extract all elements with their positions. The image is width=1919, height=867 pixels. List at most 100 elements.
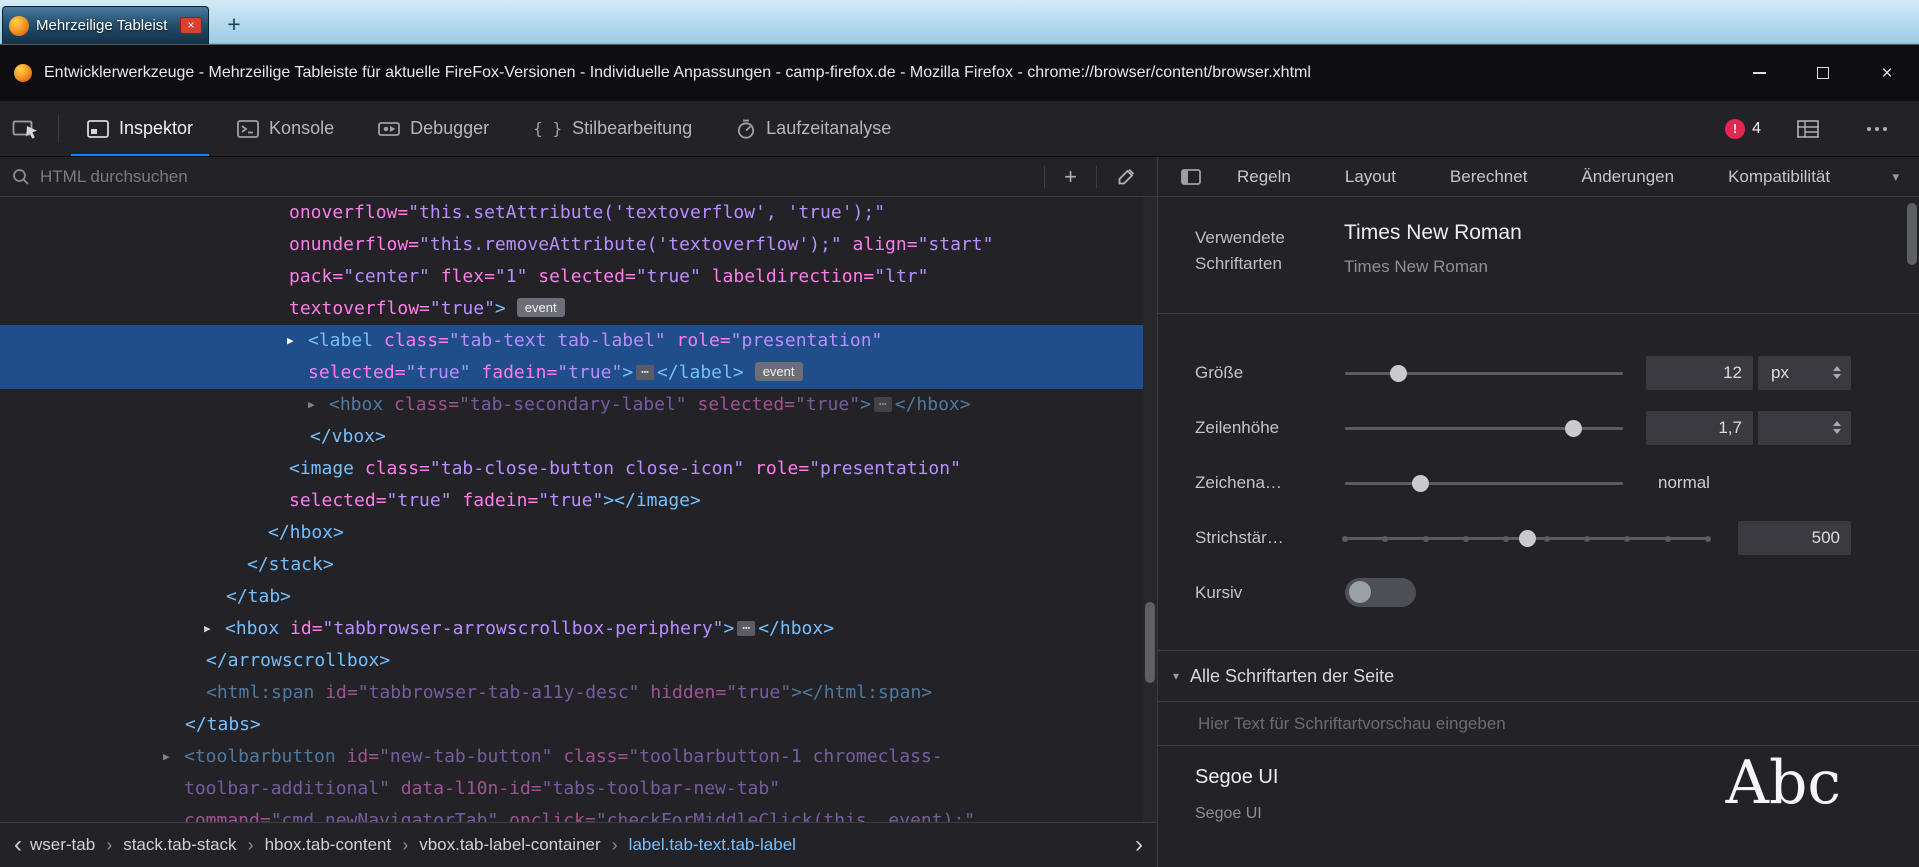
breadcrumb-item[interactable]: label.tab-text.tab-label <box>629 835 796 855</box>
code-text: > <box>860 394 871 415</box>
slider-thumb[interactable] <box>1565 420 1582 437</box>
eyedropper-button[interactable] <box>1107 167 1145 187</box>
event-badge[interactable]: event <box>755 362 803 381</box>
breadcrumb-item[interactable]: wser-tab <box>30 835 95 855</box>
value-input[interactable]: 1,7 <box>1646 411 1753 445</box>
split-console-button[interactable] <box>1785 120 1831 138</box>
sidebar-tab-kompatibilitaet[interactable]: Kompatibilität <box>1701 167 1857 187</box>
markup-row[interactable]: selected="true" fadein="true">⋯</label>e… <box>0 357 1157 389</box>
toggle-knob[interactable] <box>1349 581 1371 603</box>
markup-row[interactable]: onoverflow="this.setAttribute('textoverf… <box>0 197 1157 229</box>
tab-konsole[interactable]: Konsole <box>215 101 356 156</box>
tab-overflow-icon[interactable]: ▾ <box>1892 169 1899 185</box>
close-button[interactable]: × <box>1855 45 1919 101</box>
markup-row[interactable]: ▶<hbox class="tab-secondary-label" selec… <box>0 389 1157 421</box>
italic-toggle[interactable] <box>1345 578 1416 607</box>
font-preview-input[interactable] <box>1198 714 1899 734</box>
sidebar-tab-aenderungen[interactable]: Änderungen <box>1554 167 1701 187</box>
expand-icon[interactable]: ▶ <box>287 325 294 357</box>
markup-row[interactable]: </arrowscrollbox> <box>0 645 1157 677</box>
breadcrumb-scroll-right[interactable]: › <box>1127 825 1151 865</box>
breadcrumb-separator-icon: › <box>402 835 408 856</box>
value-input[interactable]: 500 <box>1738 521 1851 555</box>
new-tab-button[interactable]: + <box>219 12 249 39</box>
breadcrumb-item[interactable]: vbox.tab-label-container <box>419 835 600 855</box>
markup-row[interactable]: textoverflow="true">event <box>0 293 1157 325</box>
code-text: id= <box>290 618 323 639</box>
markup-row[interactable]: selected="true" fadein="true"></image> <box>0 485 1157 517</box>
markup-row[interactable]: pack="center" flex="1" selected="true" l… <box>0 261 1157 293</box>
sidebar-tab-regeln[interactable]: Regeln <box>1210 167 1318 187</box>
value-input[interactable]: 12 <box>1646 356 1753 390</box>
expand-icon[interactable]: ▶ <box>204 613 211 645</box>
markup-row[interactable]: command="cmd_newNavigatorTab" onclick="c… <box>0 805 1157 822</box>
markup-row[interactable]: ▶<toolbarbutton id="new-tab-button" clas… <box>0 741 1157 773</box>
code-text: > <box>724 618 735 639</box>
scrollbar-thumb[interactable] <box>1907 203 1917 265</box>
code-text: "center" <box>343 266 430 287</box>
titlebar: Entwicklerwerkzeuge - Mehrzeilige Tablei… <box>0 45 1919 101</box>
breadcrumb-item[interactable]: hbox.tab-content <box>265 835 392 855</box>
sidebar-tab-berechnet[interactable]: Berechnet <box>1423 167 1555 187</box>
event-badge[interactable]: event <box>517 298 565 317</box>
slider-thumb[interactable] <box>1519 530 1536 547</box>
unit-select[interactable] <box>1758 411 1851 445</box>
markup-row[interactable]: toolbar-additional" data-l10n-id="tabs-t… <box>0 773 1157 805</box>
panel-scrollbar[interactable] <box>1905 197 1919 867</box>
markup-row[interactable]: ▶<hbox id="tabbrowser-arrowscrollbox-per… <box>0 613 1157 645</box>
maximize-button[interactable] <box>1791 45 1855 101</box>
code-text: "start" <box>918 234 994 255</box>
error-badge[interactable]: ! 4 <box>1725 119 1761 139</box>
breadcrumb-scroll-left[interactable]: ‹ <box>6 825 30 865</box>
slider-tick <box>1584 536 1590 542</box>
markup-row[interactable]: </hbox> <box>0 517 1157 549</box>
sidebar-toggle-button[interactable] <box>1172 169 1210 185</box>
all-fonts-header[interactable]: ▾ Alle Schriftarten der Seite <box>1158 651 1919 701</box>
firefox-icon <box>14 64 32 82</box>
markup-row[interactable]: </vbox> <box>0 421 1157 453</box>
markup-row[interactable]: <image class="tab-close-button close-ico… <box>0 453 1157 485</box>
browser-tab[interactable]: Mehrzeilige Tableist × <box>2 6 209 44</box>
markup-row[interactable]: </tabs> <box>0 709 1157 741</box>
code-text <box>552 746 563 767</box>
slider[interactable] <box>1345 364 1623 382</box>
markup-row[interactable]: <html:span id="tabbrowser-tab-a11y-desc"… <box>0 677 1157 709</box>
code-text: selected= <box>697 394 795 415</box>
markup-view: onoverflow="this.setAttribute('textoverf… <box>0 197 1157 822</box>
tab-close-button[interactable]: × <box>180 17 202 34</box>
slider-thumb[interactable] <box>1390 365 1407 382</box>
unit-select[interactable]: px <box>1758 356 1851 390</box>
tab-laufzeitanalyse[interactable]: Laufzeitanalyse <box>714 101 913 156</box>
markup-row[interactable]: ▶<label class="tab-text tab-label" role=… <box>0 325 1157 357</box>
markup-row[interactable]: </tab> <box>0 581 1157 613</box>
scrollbar-thumb[interactable] <box>1145 602 1155 683</box>
collapsed-content-icon[interactable]: ⋯ <box>874 397 892 412</box>
code-text: toolbar-additional" <box>184 778 390 799</box>
search-input[interactable] <box>40 167 1034 187</box>
markup-row[interactable]: onunderflow="this.removeAttribute('texto… <box>0 229 1157 261</box>
more-tools-button[interactable] <box>1855 127 1899 131</box>
slider[interactable] <box>1345 419 1623 437</box>
expand-icon[interactable]: ▶ <box>308 389 315 421</box>
minimize-button[interactable] <box>1727 45 1791 101</box>
collapsed-content-icon[interactable]: ⋯ <box>737 621 755 636</box>
markup-row[interactable]: </stack> <box>0 549 1157 581</box>
code-text: > <box>622 362 633 383</box>
add-node-button[interactable]: + <box>1055 164 1086 190</box>
tab-debugger[interactable]: Debugger <box>356 101 511 156</box>
collapsed-content-icon[interactable]: ⋯ <box>636 365 654 380</box>
tab-label: Konsole <box>269 118 334 139</box>
slider[interactable] <box>1345 474 1623 492</box>
tab-inspektor[interactable]: Inspektor <box>65 101 215 156</box>
tab-stilbearbeitung[interactable]: { } Stilbearbeitung <box>511 101 714 156</box>
slider-thumb[interactable] <box>1412 475 1429 492</box>
pick-element-button[interactable] <box>0 101 52 156</box>
markup-scrollbar[interactable] <box>1143 197 1157 822</box>
code-text: class= <box>384 330 449 351</box>
slider[interactable] <box>1345 529 1708 547</box>
expand-icon[interactable]: ▶ <box>163 741 170 773</box>
code-text: </label> <box>657 362 744 383</box>
sidebar-tab-layout[interactable]: Layout <box>1318 167 1423 187</box>
code-text: class= <box>365 458 430 479</box>
breadcrumb-item[interactable]: stack.tab-stack <box>123 835 236 855</box>
